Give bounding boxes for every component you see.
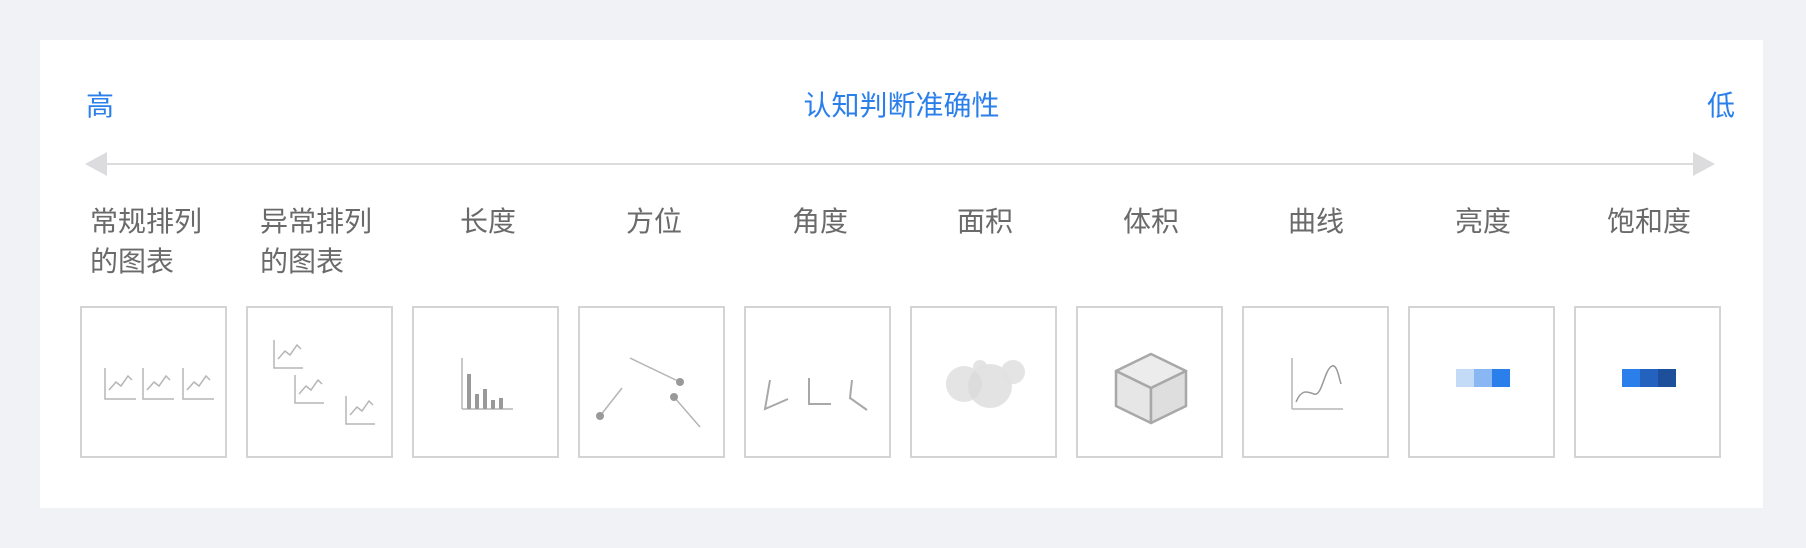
angle-icon (763, 378, 868, 411)
double-arrow-icon (85, 152, 1715, 176)
lightness-swatch-icon (1456, 369, 1510, 387)
saturation-swatch-3 (1658, 369, 1676, 387)
column-title-irregular: 异常排列 的图表 (260, 205, 373, 278)
irregular-charts-box (246, 306, 393, 458)
volume-cube-icon (1114, 352, 1188, 425)
column-title-regular: 常规排列 的图表 (90, 205, 203, 278)
curve-icon (1291, 358, 1343, 410)
column-title-angle: 角度 (791, 205, 848, 238)
saturation-swatch-1 (1622, 369, 1640, 387)
regular-charts-icon (104, 368, 214, 400)
area-box (910, 306, 1057, 458)
regular-charts-box (80, 306, 227, 458)
angle-box (744, 306, 891, 458)
column-title-length: 长度 (459, 205, 516, 238)
scale-title: 认知判断准确性 (803, 89, 1000, 122)
column-title-area: 面积 (956, 205, 1013, 238)
position-icon (596, 357, 701, 428)
lightness-box (1408, 306, 1555, 458)
saturation-swatch-2 (1640, 369, 1658, 387)
column-title-curve: 曲线 (1287, 205, 1344, 238)
saturation-box (1574, 306, 1721, 458)
saturation-swatch-icon (1622, 369, 1676, 387)
lightness-swatch-3 (1492, 369, 1510, 387)
column-title-lightness: 亮度 (1454, 205, 1511, 238)
length-box (412, 306, 559, 458)
lightness-swatch-1 (1456, 369, 1474, 387)
area-circles-icon (946, 360, 1025, 408)
column-title-saturation: 饱和度 (1606, 205, 1691, 238)
curve-box (1242, 306, 1389, 458)
volume-box (1076, 306, 1223, 458)
low-label: 低 (1706, 89, 1735, 122)
diagram-card: 高 认知判断准确性 低 常规排列 的图表 异常排列 的图表 长度 方位 角度 面… (40, 40, 1763, 508)
column-title-position: 方位 (625, 205, 682, 238)
length-bars-icon (461, 358, 513, 410)
lightness-swatch-2 (1474, 369, 1492, 387)
column-title-volume: 体积 (1122, 205, 1179, 238)
position-box (578, 306, 725, 458)
irregular-charts-icon (273, 340, 375, 425)
